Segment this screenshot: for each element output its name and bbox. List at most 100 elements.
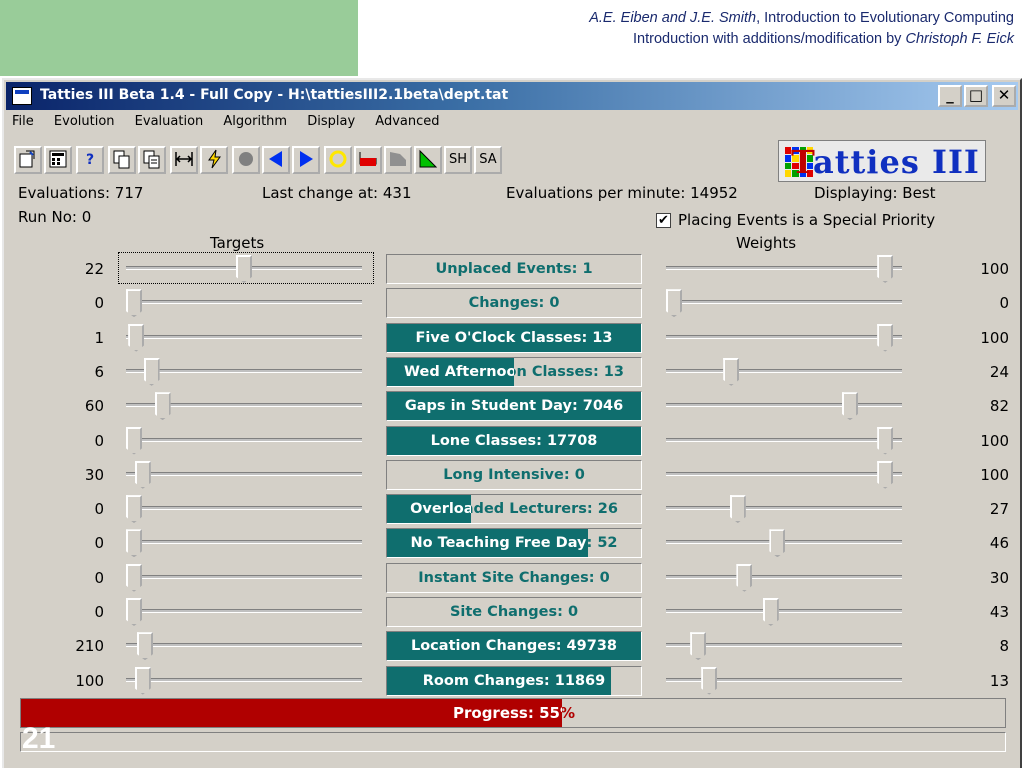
target-slider[interactable] <box>126 495 362 524</box>
weight-slider[interactable] <box>666 460 902 489</box>
open-file-icon[interactable] <box>14 146 42 174</box>
target-slider-thumb[interactable] <box>128 323 145 352</box>
app-icon[interactable] <box>12 87 32 105</box>
forward-icon[interactable] <box>292 146 320 174</box>
target-slider[interactable] <box>126 426 362 455</box>
target-slider[interactable] <box>126 392 362 421</box>
weight-value: 43 <box>989 603 1009 621</box>
target-slider-thumb[interactable] <box>126 495 142 524</box>
priority-checkbox[interactable]: ✔ <box>656 213 671 228</box>
red-bucket-icon[interactable] <box>354 146 382 174</box>
focus-rectangle <box>118 252 374 284</box>
logo-word: atties III <box>813 143 980 181</box>
target-slider-thumb[interactable] <box>154 392 171 421</box>
target-slider-thumb[interactable] <box>126 563 142 592</box>
objective-meter-clip: Lone Classes: 17708 <box>387 427 641 455</box>
progress-label-clip: Progress: 55% <box>21 699 562 727</box>
menu-file[interactable]: File <box>12 114 34 129</box>
lightning-icon[interactable] <box>200 146 228 174</box>
ring-icon[interactable] <box>324 146 352 174</box>
weight-slider-thumb[interactable] <box>729 495 746 524</box>
weight-value: 100 <box>980 465 1009 484</box>
sa-button[interactable]: SA <box>474 146 502 174</box>
weight-value: 46 <box>989 534 1009 553</box>
target-slider-thumb[interactable] <box>126 529 142 558</box>
weight-slider-thumb[interactable] <box>877 323 894 352</box>
objective-row: 100 Room Changes: 11869Room Changes: 1186… <box>4 665 1020 700</box>
tatties-logo: Tatties III <box>778 140 986 182</box>
weight-slider-thumb[interactable] <box>690 632 707 661</box>
sh-button[interactable]: SH <box>444 146 472 174</box>
weight-slider-thumb[interactable] <box>842 392 858 421</box>
maximize-button[interactable]: □ <box>964 85 988 107</box>
target-slider[interactable] <box>126 598 362 626</box>
menu-evolution[interactable]: Evolution <box>54 114 115 129</box>
paste-doc-icon[interactable] <box>138 146 166 174</box>
weight-slider-thumb[interactable] <box>701 666 718 695</box>
weight-slider[interactable] <box>666 426 902 455</box>
objective-label-overlay: Wed Afternoon Classes: 13 <box>404 363 514 380</box>
target-slider[interactable] <box>126 563 362 592</box>
weight-slider-thumb[interactable] <box>877 460 894 489</box>
target-slider-thumb[interactable] <box>126 598 142 626</box>
weight-value: 100 <box>980 328 1009 347</box>
objective-meter: Location Changes: 49738Location Changes:… <box>386 631 642 662</box>
weight-slider-thumb[interactable] <box>877 255 894 283</box>
objective-meter-clip: Gaps in Student Day: 7046 <box>387 392 641 420</box>
weight-slider[interactable] <box>666 255 902 283</box>
target-slider-thumb[interactable] <box>126 426 142 455</box>
green-triangle-icon[interactable] <box>414 146 442 174</box>
back-icon[interactable] <box>262 146 290 174</box>
weight-slider[interactable] <box>666 495 902 524</box>
weight-slider[interactable] <box>666 289 902 318</box>
weight-slider[interactable] <box>666 666 902 695</box>
target-slider-thumb[interactable] <box>143 357 160 386</box>
progress-label: Progress: 55% <box>453 704 562 722</box>
weight-slider-thumb[interactable] <box>723 357 740 386</box>
objective-meter: Overloaded Lecturers: 26Overloaded Lectu… <box>386 494 642 525</box>
weight-slider[interactable] <box>666 323 902 352</box>
weight-slider[interactable] <box>666 529 902 558</box>
objective-row: 0 Instant Site Changes: 0Instant Site Cha… <box>4 562 1020 597</box>
title-bar[interactable]: Tatties III Beta 1.4 - Full Copy - H:\ta… <box>6 82 1018 110</box>
weight-slider-thumb[interactable] <box>736 563 753 592</box>
help-icon[interactable]: ? <box>76 146 104 174</box>
fit-width-icon[interactable] <box>170 146 198 174</box>
weight-slider[interactable] <box>666 357 902 386</box>
weight-slider-thumb[interactable] <box>666 289 682 318</box>
target-slider-thumb[interactable] <box>134 666 151 695</box>
target-slider[interactable] <box>126 289 362 318</box>
target-slider[interactable] <box>126 357 362 386</box>
weight-slider[interactable] <box>666 563 902 592</box>
weight-slider[interactable] <box>666 392 902 421</box>
gray-ramp-icon[interactable] <box>384 146 412 174</box>
target-slider[interactable] <box>126 529 362 558</box>
target-slider[interactable] <box>126 632 362 661</box>
slide-header-line2: Introduction with additions/modification… <box>374 29 1014 50</box>
menu-advanced[interactable]: Advanced <box>375 114 439 129</box>
menu-display[interactable]: Display <box>307 114 355 129</box>
weight-slider-thumb[interactable] <box>762 598 779 626</box>
stop-icon[interactable] <box>232 146 260 174</box>
target-value: 30 <box>84 465 104 484</box>
close-button[interactable]: ✕ <box>992 85 1016 107</box>
target-slider[interactable] <box>126 666 362 695</box>
weight-slider-thumb[interactable] <box>877 426 894 455</box>
target-slider[interactable] <box>126 323 362 352</box>
target-slider-thumb[interactable] <box>126 289 142 318</box>
target-value: 100 <box>75 671 104 690</box>
calculator-icon[interactable] <box>44 146 72 174</box>
weight-slider-thumb[interactable] <box>769 529 786 558</box>
menu-evaluation[interactable]: Evaluation <box>135 114 204 129</box>
objective-meter-clip: Five O'Clock Classes: 13 <box>387 324 641 352</box>
target-slider-thumb[interactable] <box>137 632 153 661</box>
objective-meter: Room Changes: 11869Room Changes: 11869 <box>386 665 642 696</box>
weight-slider[interactable] <box>666 598 902 626</box>
menu-algorithm[interactable]: Algorithm <box>223 114 287 129</box>
displaying-mode: Displaying: Best <box>814 184 936 202</box>
target-slider[interactable] <box>126 460 362 489</box>
minimize-button[interactable]: _ <box>938 85 962 107</box>
copy-doc-icon[interactable] <box>108 146 136 174</box>
target-slider-thumb[interactable] <box>134 460 151 489</box>
weight-slider[interactable] <box>666 632 902 661</box>
